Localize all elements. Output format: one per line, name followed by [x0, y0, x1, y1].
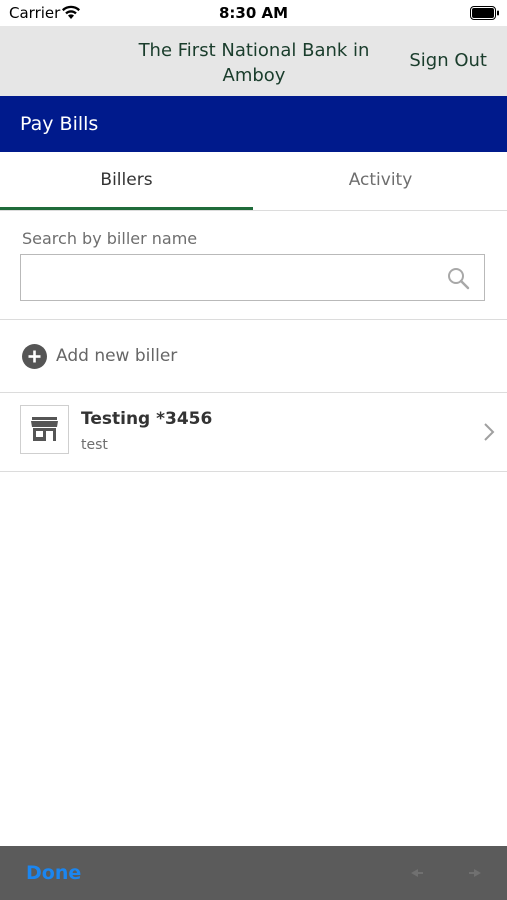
bank-header: The First National Bank in Amboy Sign Ou…: [0, 26, 507, 96]
tab-billers[interactable]: Billers: [0, 152, 253, 210]
next-arrow-icon[interactable]: [468, 868, 482, 878]
store-icon: [31, 417, 58, 441]
page-title: Pay Bills: [20, 113, 99, 135]
status-bar: Carrier 8:30 AM: [0, 0, 507, 26]
done-button[interactable]: Done: [26, 862, 81, 884]
add-circle-icon: [22, 344, 47, 369]
add-new-biller-label: Add new biller: [56, 346, 178, 366]
page-banner: Pay Bills: [0, 96, 507, 152]
biller-nickname: test: [81, 437, 108, 453]
search-input[interactable]: [29, 261, 429, 295]
search-label: Search by biller name: [22, 229, 198, 248]
biller-name: Testing *3456: [81, 409, 213, 429]
sign-out-button[interactable]: Sign Out: [409, 50, 487, 71]
add-new-biller-button[interactable]: Add new biller: [0, 320, 507, 392]
chevron-right-icon: [484, 423, 495, 441]
battery-icon: [470, 6, 499, 20]
list-item[interactable]: Testing *3456 test: [0, 393, 507, 471]
keyboard-toolbar: Done: [0, 846, 507, 900]
bank-name: The First National Bank in Amboy: [138, 40, 370, 86]
status-time: 8:30 AM: [218, 4, 289, 22]
search-icon[interactable]: [446, 266, 470, 290]
tab-bar: Billers Activity: [0, 152, 507, 211]
search-box[interactable]: [20, 254, 485, 301]
prev-arrow-icon[interactable]: [410, 868, 424, 878]
tab-activity[interactable]: Activity: [254, 152, 507, 210]
biller-thumbnail: [20, 405, 69, 454]
divider: [0, 471, 507, 472]
